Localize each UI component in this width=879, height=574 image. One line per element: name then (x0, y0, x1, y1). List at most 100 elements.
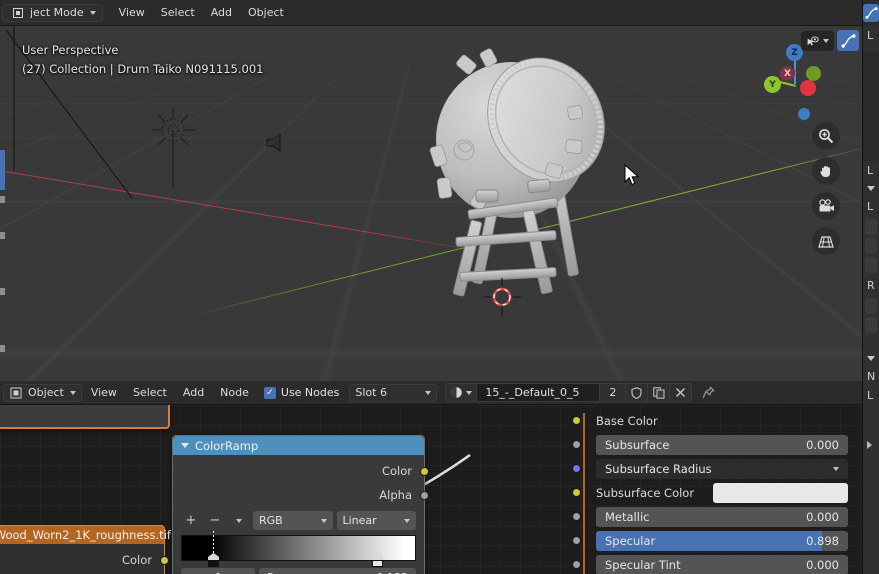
colorramp-index-field[interactable]: 0 (181, 568, 255, 574)
material-datablock-group[interactable]: 15_-_Default_0_5 2 (445, 383, 720, 402)
viewport-nav-tools[interactable] (812, 122, 840, 255)
pan-hand-icon[interactable] (812, 157, 840, 185)
expand-triangle-icon[interactable] (867, 441, 872, 449)
bsdf-row-base-color[interactable]: Base Color (572, 409, 848, 432)
properties-field[interactable] (865, 257, 877, 273)
chevron-down-icon (823, 38, 829, 43)
shader-type-selector[interactable]: Object (3, 383, 82, 402)
pin-icon[interactable] (696, 386, 720, 399)
properties-field[interactable] (865, 238, 877, 254)
subsurface-color-socket[interactable] (572, 488, 581, 497)
properties-field[interactable] (865, 298, 877, 314)
gizmo-ball-neg-x[interactable] (800, 80, 816, 96)
camera-view-icon[interactable] (812, 192, 840, 220)
colorramp-color-mode[interactable]: RGB (253, 511, 333, 530)
node-canvas[interactable]: _Wood_Worn2_1K_roughness.tif Color Color… (0, 405, 862, 574)
base-color-socket[interactable] (572, 416, 581, 425)
gizmo-ball-neg-y[interactable] (806, 66, 821, 81)
subsurface-color-swatch[interactable] (713, 482, 848, 503)
image-texture-color-output[interactable]: Color (0, 548, 169, 572)
colorramp-node[interactable]: ColorRamp Color Alpha + − RGB Linear (172, 435, 429, 574)
metallic-socket[interactable] (572, 512, 581, 521)
chevron-down-icon[interactable] (229, 512, 249, 530)
fake-user-shield-icon[interactable] (626, 383, 649, 402)
bsdf-row-specular-tint[interactable]: Specular Tint 0.000 (572, 553, 848, 574)
colorramp-interpolation[interactable]: Linear (336, 511, 416, 530)
viewport-menu-view[interactable]: View (111, 4, 153, 22)
new-material-copy-icon[interactable] (648, 383, 671, 402)
specular-socket[interactable] (572, 536, 581, 545)
color-output-socket[interactable] (160, 556, 169, 565)
taiko-drum-model[interactable] (420, 48, 620, 298)
colorramp-gradient-bar[interactable] (181, 531, 416, 567)
metallic-field[interactable]: Metallic 0.000 (596, 506, 848, 527)
bsdf-row-metallic[interactable]: Metallic 0.000 (572, 505, 848, 528)
shader-editor-header[interactable]: Object View Select Add Node ✓ Use Nodes … (0, 381, 862, 405)
viewport-tab-indicator[interactable] (0, 150, 5, 190)
use-nodes-toggle[interactable]: ✓ Use Nodes (263, 386, 339, 399)
viewport-menu-select[interactable]: Select (153, 4, 203, 22)
mode-selector[interactable]: ject Mode (2, 3, 103, 22)
properties-header[interactable] (863, 0, 879, 26)
specular-tint-socket[interactable] (572, 560, 581, 569)
color-output-socket[interactable] (420, 467, 429, 476)
shader-menu-node[interactable]: Node (213, 384, 256, 402)
node-editor-icon[interactable] (863, 4, 879, 22)
specular-tint-field[interactable]: Specular Tint 0.000 (596, 554, 848, 574)
properties-editor[interactable]: L L L R N L (862, 0, 879, 574)
bsdf-row-specular[interactable]: Specular 0.898 (572, 529, 848, 552)
shader-menu-add[interactable]: Add (176, 384, 211, 402)
toggle-ortho-icon[interactable] (812, 227, 840, 255)
collapse-triangle-icon[interactable] (181, 443, 189, 448)
properties-row-label: L (867, 29, 874, 42)
selected-node[interactable] (0, 405, 170, 429)
viewport-header[interactable]: ject Mode View Select Add Object (0, 0, 862, 26)
image-texture-node[interactable]: _Wood_Worn2_1K_roughness.tif Color (0, 525, 171, 574)
gizmo-ball-y[interactable]: Y (764, 76, 781, 93)
properties-field[interactable] (865, 219, 877, 235)
shader-menu-view[interactable]: View (84, 384, 124, 402)
gizmo-ball-neg-z[interactable] (798, 108, 810, 120)
3d-viewport[interactable]: User Perspective (27) Collection | Drum … (0, 0, 862, 381)
colorramp-color-output[interactable]: Color (173, 459, 429, 483)
camera-object[interactable] (0, 20, 160, 210)
image-texture-node-header[interactable]: _Wood_Worn2_1K_roughness.tif (0, 525, 171, 544)
colorramp-node-header[interactable]: ColorRamp (173, 436, 424, 455)
colorramp-pos-field[interactable]: Pos 0.132 (259, 568, 416, 574)
properties-field[interactable] (865, 317, 877, 333)
visibility-dropdown[interactable] (801, 30, 834, 51)
speaker-object[interactable] (264, 133, 286, 153)
add-plus-icon[interactable]: + (181, 512, 201, 530)
viewport-overlay-buttons[interactable] (801, 30, 859, 51)
collapse-triangle-icon[interactable] (867, 186, 875, 191)
material-browse-button[interactable] (445, 383, 477, 402)
bsdf-row-subsurface-radius[interactable]: Subsurface Radius (572, 457, 848, 480)
colorramp-stop-0[interactable] (208, 531, 219, 567)
subsurface-field[interactable]: Subsurface 0.000 (596, 434, 848, 455)
material-slot-selector[interactable]: Slot 6 (349, 383, 438, 402)
colorramp-alpha-output[interactable]: Alpha (173, 483, 429, 507)
bsdf-row-subsurface-color[interactable]: Subsurface Color (572, 481, 848, 504)
bsdf-row-subsurface[interactable]: Subsurface 0.000 (572, 433, 848, 456)
shader-editor[interactable]: Object View Select Add Node ✓ Use Nodes … (0, 381, 862, 574)
zoom-icon[interactable] (812, 122, 840, 150)
unlink-x-icon[interactable] (670, 383, 693, 402)
remove-minus-icon[interactable]: − (205, 512, 225, 530)
gizmo-ball-x[interactable]: X (780, 66, 795, 81)
viewport-menu-add[interactable]: Add (203, 4, 240, 22)
material-name-field[interactable]: 15_-_Default_0_5 (476, 383, 601, 402)
subsurface-socket[interactable] (572, 440, 581, 449)
node-editor-icon[interactable] (837, 30, 859, 51)
alpha-output-socket[interactable] (420, 491, 429, 500)
specular-field[interactable]: Specular 0.898 (596, 530, 848, 551)
collapse-triangle-icon[interactable] (867, 356, 875, 361)
colorramp-stop-1[interactable] (372, 553, 383, 567)
viewport-menu-object[interactable]: Object (240, 4, 292, 22)
material-user-count[interactable]: 2 (600, 383, 627, 402)
subsurface-radius-socket[interactable] (572, 464, 581, 473)
colorramp-toolbar[interactable]: + − RGB Linear (173, 507, 424, 532)
subsurface-radius-dropdown[interactable]: Subsurface Radius (596, 458, 848, 479)
specular-tint-label: Specular Tint (605, 557, 681, 572)
shader-menu-select[interactable]: Select (126, 384, 174, 402)
principled-bsdf-node[interactable]: Base Color Subsurface 0.000 Subsurface R… (572, 409, 848, 574)
